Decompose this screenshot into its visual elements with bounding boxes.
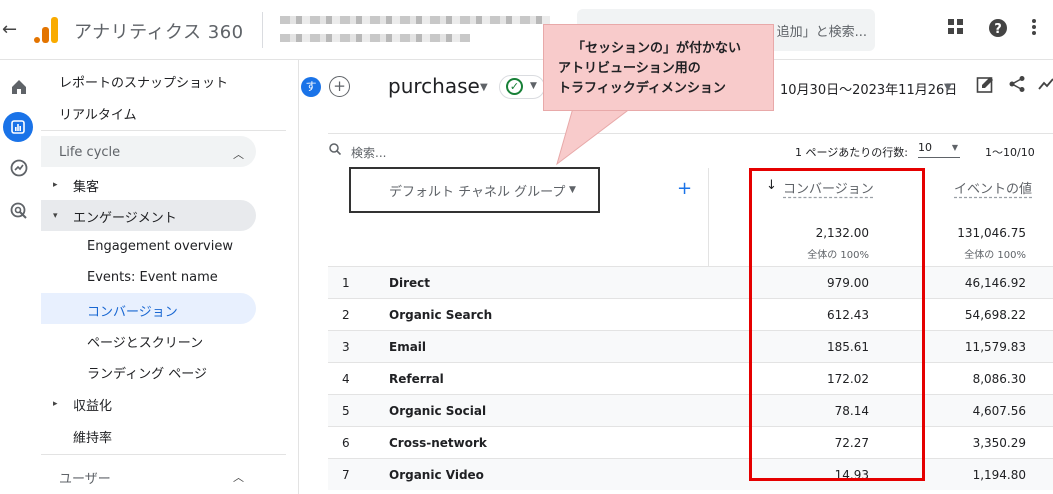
chevron-down-icon: ▼ [569,185,576,195]
dimension-selector[interactable]: デフォルト チャネル グループ ▼ [349,167,600,213]
insights-icon[interactable] [1038,75,1053,98]
callout-line: 「セッションの」が付かない [572,41,742,56]
chevron-up-icon[interactable]: ︿ [233,469,244,485]
chevron-down-icon[interactable]: ▼ [944,82,952,93]
share-icon[interactable] [1008,75,1026,98]
sidebar-item-acquisition[interactable]: 集客 [73,176,99,195]
total-event-value-percent: 全体の 100% [964,250,1026,261]
chevron-down-icon: ▼ [530,81,537,91]
row-channel: Organic Search [389,308,493,322]
row-event-value: 3,350.29 [972,436,1026,450]
expand-icon[interactable]: ▸ [53,180,58,190]
divider [262,12,263,48]
column-divider [708,168,709,268]
row-channel: Organic Video [389,468,484,482]
table-row[interactable]: 4 Referral 172.02 8,086.30 [328,362,1053,394]
divider [41,130,286,131]
total-event-value: 131,046.75 [957,226,1026,240]
divider [328,133,1053,134]
row-event-value: 46,146.92 [964,276,1026,290]
row-event-value: 54,698.22 [964,308,1026,322]
nav-rail [0,60,38,494]
rows-per-page-value: 10 [918,141,932,154]
table-search-input[interactable]: 検索... [351,144,386,161]
back-arrow-icon[interactable]: ← [2,19,17,40]
row-channel: Referral [389,372,444,386]
chevron-down-icon: ▼ [951,143,958,152]
collapse-icon[interactable]: ▾ [53,211,58,221]
svg-text:?: ? [994,22,1002,37]
row-index: 4 [342,372,350,386]
search-icon [329,143,342,159]
row-index: 2 [342,308,350,322]
table-row[interactable]: 6 Cross-network 72.27 3,350.29 [328,426,1053,458]
callout-pointer [556,108,632,166]
row-index: 3 [342,340,350,354]
chevron-down-icon[interactable]: ▼ [480,82,488,93]
expand-icon[interactable]: ▸ [53,399,58,409]
date-range-selector[interactable]: 10月30日～2023年11月26日 [780,79,957,98]
reports-icon[interactable] [3,112,33,142]
comparison-avatar[interactable]: す [301,77,321,97]
apps-grid-icon[interactable] [947,18,965,41]
home-icon[interactable] [8,78,30,100]
divider [41,454,286,455]
explore-icon[interactable] [8,159,30,181]
table-row[interactable]: 7 Organic Video 14.93 1,194.80 [328,458,1053,490]
sidebar-section-label: Life cycle [59,145,121,160]
report-title[interactable]: purchase [388,74,480,98]
metric-header-event-value[interactable]: イベントの値 [954,178,1032,197]
row-event-value: 11,579.83 [964,340,1026,354]
advertising-icon[interactable] [8,202,30,224]
row-channel: Direct [389,276,430,290]
row-index: 1 [342,276,350,290]
table-row[interactable]: 3 Email 185.61 11,579.83 [328,330,1053,362]
dimension-header: デフォルト チャネル グループ [389,185,566,200]
check-circle-icon: ✓ [506,78,523,95]
add-comparison-button[interactable]: + [329,76,350,97]
add-dimension-button[interactable]: + [677,178,692,199]
sidebar-item-engagement-label: エンゲージメント [73,211,177,226]
row-channel: Email [389,340,427,354]
conversions-highlight-box [749,168,925,481]
account-selector-blurred[interactable] [280,12,555,48]
row-channel: Organic Social [389,404,487,418]
sidebar-item-snapshot[interactable]: レポートのスナップショット [59,72,228,91]
sidebar-item-events[interactable]: Events: Event name [87,270,218,285]
row-event-value: 4,607.56 [972,404,1026,418]
table-row[interactable]: 5 Organic Social 78.14 4,607.56 [328,394,1053,426]
sidebar-item-engagement-overview[interactable]: Engagement overview [87,239,233,254]
help-icon[interactable]: ? [988,18,1008,43]
pagination-range: 1〜10/10 [985,146,1035,159]
analytics-logo-icon [34,17,58,43]
row-channel: Cross-network [389,436,487,450]
search-placeholder: 追加」と検索... [776,25,867,40]
row-index: 6 [342,436,350,450]
top-bar: ← アナリティクス 360 追加」と検索... ? [0,0,1053,60]
callout-line: アトリビューション用の [558,61,701,76]
table-row[interactable]: 2 Organic Search 612.43 54,698.22 [328,298,1053,330]
sidebar-section-user[interactable]: ユーザー [59,468,111,487]
sidebar-item-realtime[interactable]: リアルタイム [59,104,137,123]
customize-report-icon[interactable] [976,75,995,99]
sidebar-item-monetization[interactable]: 収益化 [73,395,112,414]
data-quality-status[interactable]: ✓ ▼ [499,75,545,99]
row-index: 5 [342,404,350,418]
app-title: アナリティクス 360 [74,22,244,43]
row-event-value: 8,086.30 [972,372,1026,386]
more-vert-icon[interactable] [1031,18,1037,41]
rows-per-page-label: 1 ページあたりの行数: [795,146,908,159]
table-row[interactable]: 1 Direct 979.00 46,146.92 [328,266,1053,298]
annotation-callout: 「セッションの」が付かない アトリビューション用の トラフィックディメンション [543,24,774,111]
report-sidebar: レポートのスナップショット リアルタイム Life cycle ︿ ▸ 集客 ▾… [41,60,299,494]
callout-line: トラフィックディメンション [558,81,726,96]
chevron-up-icon[interactable]: ︿ [233,146,244,162]
sidebar-item-conversions-label: コンバージョン [87,305,178,320]
rows-per-page-select[interactable]: 10 ▼ [918,141,960,158]
sidebar-item-landing-page[interactable]: ランディング ページ [87,363,207,382]
row-event-value: 1,194.80 [972,468,1026,482]
sidebar-item-pages-screens[interactable]: ページとスクリーン [87,332,203,351]
row-index: 7 [342,468,350,482]
sidebar-item-retention[interactable]: 維持率 [73,427,112,446]
